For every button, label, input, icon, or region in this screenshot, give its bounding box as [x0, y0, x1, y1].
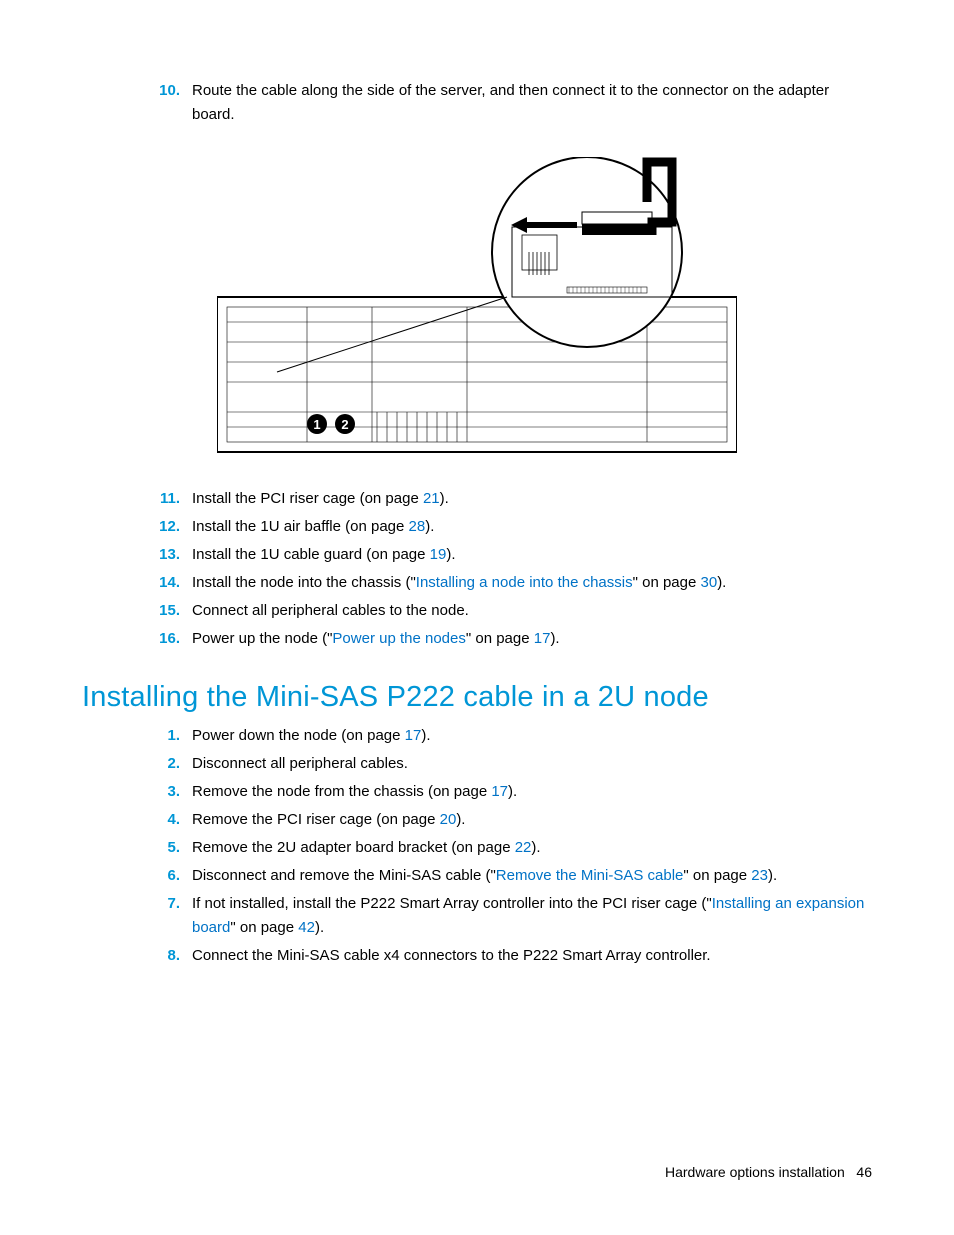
section-heading: Installing the Mini-SAS P222 cable in a … — [82, 681, 872, 714]
step-text: Install the 1U air baffle (on page 28). — [192, 518, 434, 535]
text-run: Route the cable along the side of the se… — [192, 82, 829, 123]
text-run: ). — [550, 630, 559, 647]
page-link[interactable]: Installing a node into the chassis — [416, 574, 633, 591]
text-run: Disconnect and remove the Mini-SAS cable… — [192, 867, 496, 884]
text-run: " on page — [230, 919, 298, 936]
step-number: 3 — [152, 780, 180, 804]
text-run: ). — [425, 518, 434, 535]
step-text: Install the PCI riser cage (on page 21). — [192, 490, 449, 507]
text-run: ). — [768, 867, 777, 884]
step-text: Remove the 2U adapter board bracket (on … — [192, 839, 541, 856]
step-text: Install the 1U cable guard (on page 19). — [192, 546, 456, 563]
cable-routing-figure: 1 2 — [217, 157, 737, 457]
text-run: Install the node into the chassis (" — [192, 574, 416, 591]
step-number: 1 — [152, 724, 180, 748]
step-text: Remove the node from the chassis (on pag… — [192, 783, 517, 800]
step-number: 2 — [152, 752, 180, 776]
step-number: 11 — [152, 487, 180, 511]
page-link[interactable]: Remove the Mini-SAS cable — [496, 867, 684, 884]
step-number: 6 — [152, 864, 180, 888]
text-run: Remove the 2U adapter board bracket (on … — [192, 839, 515, 856]
text-run: ). — [531, 839, 540, 856]
text-run: Remove the PCI riser cage (on page — [192, 811, 440, 828]
step-text: If not installed, install the P222 Smart… — [192, 895, 864, 936]
text-run: ). — [717, 574, 726, 591]
text-run: Power up the node (" — [192, 630, 332, 647]
step-text: Power up the node ("Power up the nodes" … — [192, 630, 560, 647]
footer-section: Hardware options installation — [665, 1164, 845, 1180]
step-item: 4 Remove the PCI riser cage (on page 20). — [152, 808, 872, 832]
step-number: 8 — [152, 944, 180, 968]
text-run: Remove the node from the chassis (on pag… — [192, 783, 491, 800]
text-run: ). — [440, 490, 449, 507]
page-link[interactable]: 22 — [515, 839, 532, 856]
bottom-steps-list: 1 Power down the node (on page 17). 2 Disco… — [152, 724, 872, 968]
step-number: 7 — [152, 892, 180, 916]
step-number: 5 — [152, 836, 180, 860]
text-run: ). — [446, 546, 455, 563]
step-item: 7 If not installed, install the P222 Smar… — [152, 892, 872, 940]
text-run: Install the PCI riser cage (on page — [192, 490, 423, 507]
step-text: Disconnect all peripheral cables. — [192, 755, 408, 772]
step-number: 13 — [152, 543, 180, 567]
text-run: Connect all peripheral cables to the nod… — [192, 602, 469, 619]
step-item: 16 Power up the node ("Power up the nodes… — [152, 627, 872, 651]
step-text: Disconnect and remove the Mini-SAS cable… — [192, 867, 777, 884]
text-run: Disconnect all peripheral cables. — [192, 755, 408, 772]
step-item: 3 Remove the node from the chassis (on pa… — [152, 780, 872, 804]
text-run: Install the 1U air baffle (on page — [192, 518, 409, 535]
page-link[interactable]: 20 — [440, 811, 457, 828]
page-link[interactable]: 23 — [751, 867, 768, 884]
page-link[interactable]: 28 — [409, 518, 426, 535]
step-number: 10 — [152, 79, 180, 103]
text-run: ). — [508, 783, 517, 800]
text-run: ). — [421, 727, 430, 744]
step-text: Route the cable along the side of the se… — [192, 82, 829, 123]
top-steps-list: 10 Route the cable along the side of the … — [152, 79, 872, 127]
text-run: If not installed, install the P222 Smart… — [192, 895, 712, 912]
page-link[interactable]: 42 — [298, 919, 315, 936]
page-link[interactable]: 30 — [701, 574, 718, 591]
text-run: " on page — [683, 867, 751, 884]
mid-steps-list: 11 Install the PCI riser cage (on page 21… — [152, 487, 872, 651]
page-link[interactable]: Power up the nodes — [332, 630, 465, 647]
step-item: 6 Disconnect and remove the Mini-SAS cabl… — [152, 864, 872, 888]
page-link[interactable]: 17 — [405, 727, 422, 744]
text-run: " on page — [466, 630, 534, 647]
step-item: 13 Install the 1U cable guard (on page 19… — [152, 543, 872, 567]
text-run: ). — [315, 919, 324, 936]
step-item: 8 Connect the Mini-SAS cable x4 connector… — [152, 944, 872, 968]
step-item: 1 Power down the node (on page 17). — [152, 724, 872, 748]
svg-text:1: 1 — [313, 417, 320, 432]
step-number: 4 — [152, 808, 180, 832]
step-item: 11 Install the PCI riser cage (on page 21… — [152, 487, 872, 511]
step-item: 10 Route the cable along the side of the … — [152, 79, 872, 127]
step-item: 14 Install the node into the chassis ("In… — [152, 571, 872, 595]
text-run: ). — [456, 811, 465, 828]
step-text: Remove the PCI riser cage (on page 20). — [192, 811, 465, 828]
page-link[interactable]: 17 — [491, 783, 508, 800]
page-link[interactable]: 21 — [423, 490, 440, 507]
step-item: 2 Disconnect all peripheral cables. — [152, 752, 872, 776]
step-item: 5 Remove the 2U adapter board bracket (on… — [152, 836, 872, 860]
footer-page-number: 46 — [856, 1164, 872, 1180]
step-number: 12 — [152, 515, 180, 539]
text-run: Install the 1U cable guard (on page — [192, 546, 430, 563]
page-footer: Hardware options installation 46 — [665, 1164, 872, 1180]
step-item: 15 Connect all peripheral cables to the n… — [152, 599, 872, 623]
step-number: 14 — [152, 571, 180, 595]
page-link[interactable]: 19 — [430, 546, 447, 563]
step-number: 16 — [152, 627, 180, 651]
svg-text:2: 2 — [341, 417, 348, 432]
text-run: Power down the node (on page — [192, 727, 405, 744]
page-link[interactable]: 17 — [534, 630, 551, 647]
step-text: Connect the Mini-SAS cable x4 connectors… — [192, 947, 711, 964]
step-text: Install the node into the chassis ("Inst… — [192, 574, 726, 591]
step-text: Power down the node (on page 17). — [192, 727, 431, 744]
step-text: Connect all peripheral cables to the nod… — [192, 602, 469, 619]
text-run: Connect the Mini-SAS cable x4 connectors… — [192, 947, 711, 964]
step-number: 15 — [152, 599, 180, 623]
text-run: " on page — [633, 574, 701, 591]
step-item: 12 Install the 1U air baffle (on page 28)… — [152, 515, 872, 539]
